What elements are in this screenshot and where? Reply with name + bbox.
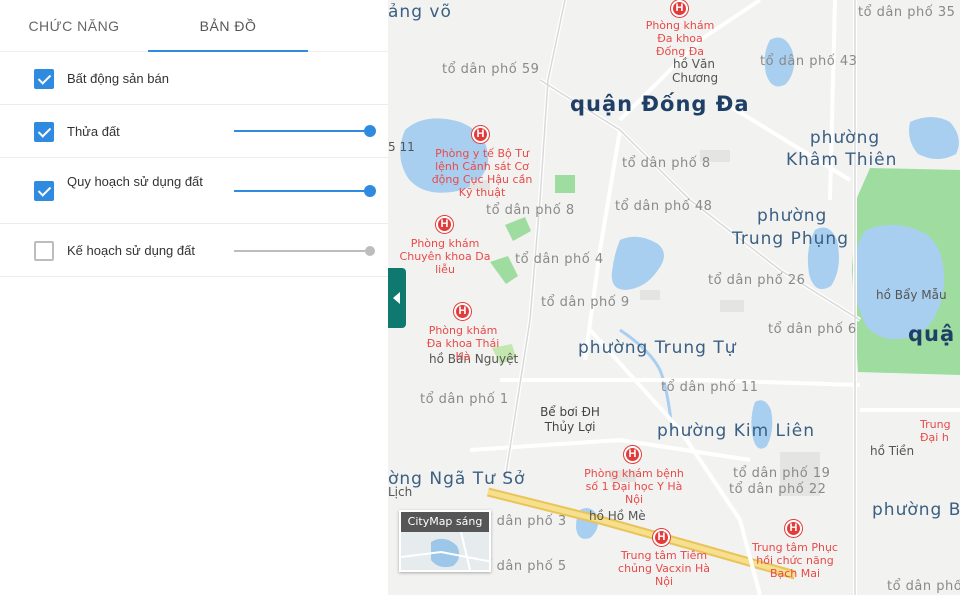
street-label: tổ dân phố 6	[768, 322, 857, 337]
hospital-icon[interactable]: H	[653, 529, 670, 546]
slider-thumb[interactable]	[364, 185, 376, 197]
layer-label: Quy hoạch sử dụng đất	[67, 174, 203, 189]
street-label: tổ dân phố 19	[733, 466, 831, 481]
lake-label: Lịch	[388, 485, 413, 499]
ward-label: Trung Phụng	[732, 229, 849, 249]
layer-row-real-estate: Bất động sản bán	[0, 52, 388, 105]
street-label: tổ dân phố 48	[615, 199, 713, 214]
street-label: tổ dân phố 9	[541, 295, 630, 310]
opacity-slider-land-use-plan[interactable]	[234, 184, 376, 198]
lake-label: 5 11	[388, 140, 415, 154]
building	[640, 290, 660, 300]
park-area	[505, 217, 531, 241]
opacity-slider-land-use-schedule[interactable]	[234, 244, 375, 258]
hospital-icon[interactable]: H	[785, 520, 802, 537]
ward-label: ảng võ	[388, 2, 452, 22]
lake-label: hồ Bẩy Mẫu	[876, 288, 947, 302]
poi-label[interactable]: Phòng khám Chuyên khoa Da liễu	[395, 237, 495, 276]
slider-fill	[234, 190, 370, 192]
street-label: tổ dân phố 58	[887, 579, 960, 594]
layer-checkbox-land-parcel[interactable]	[34, 122, 54, 142]
lake	[909, 117, 959, 159]
street-label: tổ dân phố 5	[478, 559, 567, 574]
layer-label: Bất động sản bán	[67, 71, 169, 86]
poi-label[interactable]: Trung tâm Phục hồi chức năng Bạch Mai	[743, 541, 847, 580]
hospital-icon[interactable]: H	[624, 446, 641, 463]
pool-label: Bể bơi ĐH Thủy Lợi	[540, 405, 600, 434]
street-label: tổ dân phố 43	[760, 54, 858, 69]
basemap-label: CityMap sáng	[401, 512, 489, 532]
tab-map[interactable]: BẢN ĐỒ	[148, 0, 308, 52]
poi-label[interactable]: Phòng khám Đa khoa Thái Hà	[420, 324, 506, 363]
street-label: tổ dân phố 8	[622, 156, 711, 171]
poi-label[interactable]: Trung Đại h	[920, 418, 960, 444]
layer-row-land-use-schedule: Kế hoạch sử dụng đất	[0, 224, 388, 277]
opacity-slider-land-parcel[interactable]	[234, 124, 376, 138]
ward-label: phường	[809, 128, 881, 148]
building	[720, 300, 744, 312]
tab-functions[interactable]: CHỨC NĂNG	[0, 0, 148, 52]
hospital-icon[interactable]: H	[472, 126, 489, 143]
street-label: tổ dân phố 1	[420, 392, 509, 407]
street-label: tổ dân phố 59	[442, 62, 540, 77]
ward-label: phường	[757, 206, 828, 226]
hospital-icon[interactable]: H	[436, 216, 453, 233]
side-panel: CHỨC NĂNG BẢN ĐỒ Bất động sản bán Thửa đ…	[0, 0, 388, 595]
ward-label: phường Kim Liên	[657, 421, 815, 441]
layer-checkbox-real-estate[interactable]	[34, 69, 54, 89]
panel-tabs: CHỨC NĂNG BẢN ĐỒ	[0, 0, 388, 52]
basemap-switcher[interactable]: CityMap sáng	[399, 510, 491, 572]
collapse-panel-button[interactable]	[388, 268, 406, 328]
hospital-icon[interactable]: H	[671, 0, 688, 17]
lake	[611, 236, 664, 290]
slider-fill	[234, 250, 370, 252]
district-label: quậ	[908, 322, 956, 346]
poi-label[interactable]: Phòng y tế Bộ Tư lệnh Cảnh sát Cơ động C…	[425, 147, 539, 199]
street-label: tổ dân phố 3	[478, 514, 567, 529]
poi-label[interactable]: Phòng khám Đa khoa Đống Đa	[643, 19, 717, 58]
street-label: tổ dân phố 4	[515, 252, 604, 267]
slider-fill	[234, 130, 370, 132]
street-label: tổ dân phố 11	[661, 380, 759, 395]
ward-label: phường B	[872, 500, 960, 520]
slider-thumb[interactable]	[365, 246, 375, 256]
ward-label: phường Trung Tự	[578, 338, 737, 358]
road	[583, 129, 622, 361]
poi-label[interactable]: Trung tâm Tiêm chủng Vacxin Hà Nội	[612, 549, 716, 588]
ward-label: Khâm Thiên	[786, 150, 898, 170]
slider-thumb[interactable]	[364, 125, 376, 137]
street-label: tổ dân phố 8	[486, 203, 575, 218]
street-label: tổ dân phố 35	[858, 5, 956, 20]
layer-row-land-parcel: Thửa đất	[0, 105, 388, 158]
layer-label: Kế hoạch sử dụng đất	[67, 243, 195, 258]
lake-label: hồ Tiền	[870, 444, 915, 458]
layer-checkbox-land-use-schedule[interactable]	[34, 241, 54, 261]
street-label: tổ dân phố 26	[708, 273, 806, 288]
layer-checkbox-land-use-plan[interactable]	[34, 181, 54, 201]
layer-label: Thửa đất	[67, 124, 120, 139]
district-label: quận Đống Đa	[570, 92, 750, 116]
layer-row-land-use-plan: Quy hoạch sử dụng đất	[0, 158, 388, 224]
lake-label: hồ Hồ Mè	[589, 509, 646, 523]
poi-label[interactable]: Phòng khám bệnh số 1 Đại học Y Hà Nội	[582, 467, 686, 506]
park-area	[555, 175, 575, 193]
lake-label: hồ Văn Chương	[672, 57, 719, 85]
street-label: tổ dân phố 22	[729, 482, 827, 497]
hospital-icon[interactable]: H	[454, 303, 471, 320]
